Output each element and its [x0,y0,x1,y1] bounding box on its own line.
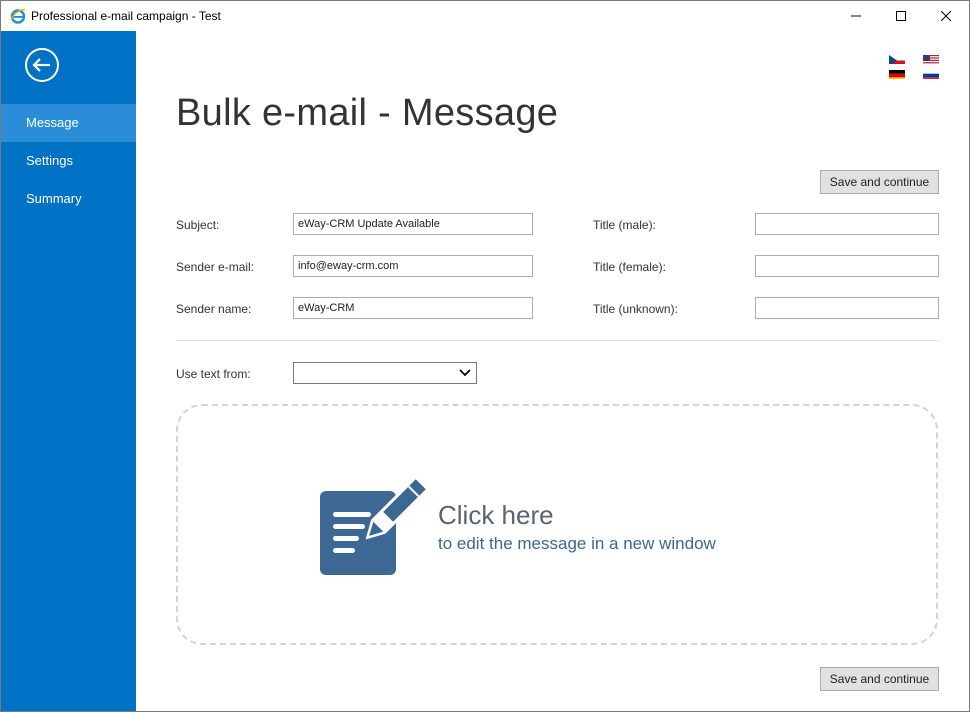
sender-name-input[interactable]: eWay-CRM [293,297,533,319]
minimize-button[interactable] [833,1,879,31]
page-title: Bulk e-mail - Message [176,92,559,134]
sender-email-input[interactable]: info@eway-crm.com [293,255,533,277]
sidebar-item-message[interactable]: Message [1,104,136,142]
german-flag-icon[interactable] [889,68,905,79]
app-icon [10,8,26,24]
use-text-from-label: Use text from: [176,367,251,381]
edit-message-area[interactable] [176,404,938,645]
click-here-subtitle[interactable]: to edit the message in a new window [438,534,716,554]
chevron-down-icon [459,369,471,377]
sidebar-item-settings[interactable]: Settings [1,142,136,180]
use-text-from-select[interactable] [293,362,477,384]
minimize-icon [851,15,861,17]
click-here-title[interactable]: Click here [438,500,554,531]
close-icon [941,11,951,21]
subject-input[interactable]: eWay-CRM Update Available [293,213,533,235]
window-title: Professional e-mail campaign - Test [31,9,221,23]
section-divider [176,340,939,341]
title-male-input[interactable] [755,213,939,235]
title-bar: Professional e-mail campaign - Test [0,0,970,31]
back-arrow-icon [25,48,59,82]
maximize-button[interactable] [878,1,924,31]
sidebar-item-label: Message [26,115,79,130]
back-button[interactable] [24,47,60,83]
title-female-input[interactable] [755,255,939,277]
sidebar-item-label: Summary [26,191,82,206]
sidebar-item-label: Settings [26,153,73,168]
sidebar-item-summary[interactable]: Summary [1,180,136,218]
title-unknown-input[interactable] [755,297,939,319]
czech-flag-icon[interactable] [889,53,905,64]
save-and-continue-button-bottom[interactable]: Save and continue [820,667,939,691]
title-male-label: Title (male): [593,218,656,232]
subject-label: Subject: [176,218,220,232]
sidebar: Message Settings Summary [1,31,136,711]
save-and-continue-button-top[interactable]: Save and continue [820,170,939,194]
us-flag-icon[interactable] [923,53,939,64]
sender-name-label: Sender name: [176,302,252,316]
close-button[interactable] [923,1,969,31]
sender-email-label: Sender e-mail: [176,260,255,274]
russian-flag-icon[interactable] [923,68,939,79]
maximize-icon [896,11,906,21]
edit-message-icon [319,474,431,576]
title-female-label: Title (female): [593,260,666,274]
title-unknown-label: Title (unknown): [593,302,678,316]
